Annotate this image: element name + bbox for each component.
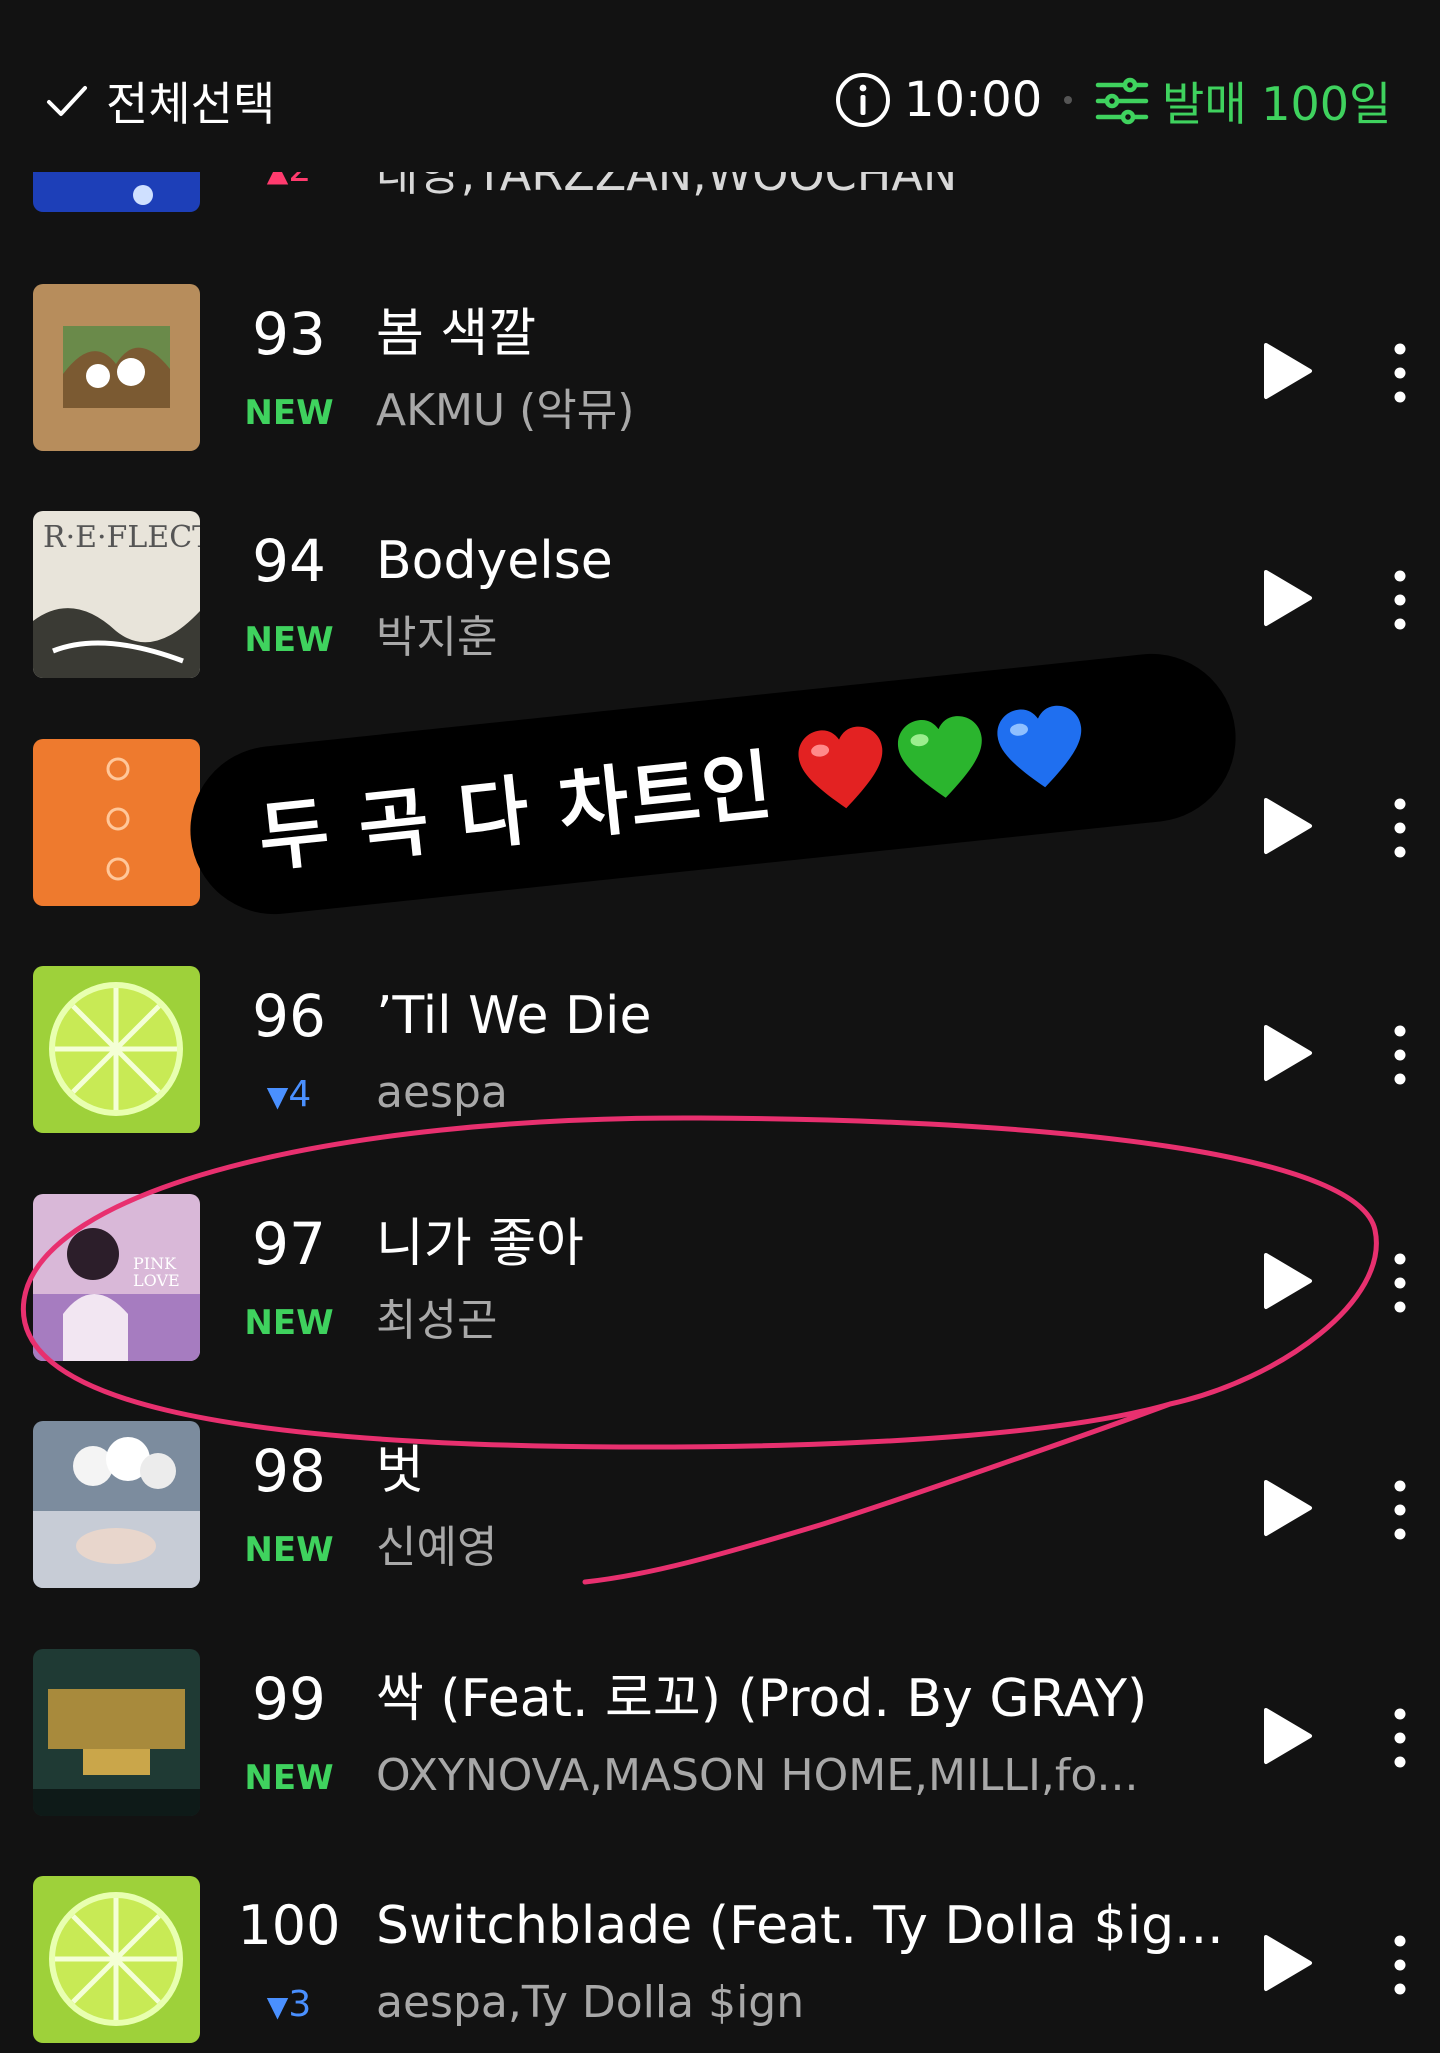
album-cover [33,1649,200,1816]
rank-change: NEW [244,1303,334,1343]
artist-name: OXYNOVA,MASON HOME,MILLI,fo... [376,1750,1139,1801]
song-title: Bodyelse [376,531,613,591]
song-title: 니가 좋아 [376,1214,584,1274]
header-separator [1064,96,1072,104]
chart-row[interactable]: 99 NEW 싹 (Feat. 로꼬) (Prod. By GRAY) OXYN… [0,1598,1440,1826]
chart-row[interactable]: 100 ▼3 Switchblade (Feat. Ty Dolla $ig..… [0,1825,1440,2053]
red-heart-icon [798,726,883,809]
more-options-icon[interactable] [1386,1023,1414,1087]
more-options-icon[interactable] [1386,568,1414,632]
chart-row[interactable]: PINK LOVE 97 NEW 니가 좋아 최성곤 [0,1143,1440,1371]
more-options-icon[interactable] [1386,1933,1414,1997]
song-title: 봄 색깔 [376,304,537,364]
rank-change-value: 3 [288,1984,312,2025]
info-icon[interactable] [834,71,892,129]
rank-change: NEW [244,393,334,433]
svg-text:R·E·FLECT: R·E·FLECT [43,520,200,555]
play-icon[interactable] [1258,1251,1314,1311]
rank-number: 98 [252,1437,326,1505]
play-icon[interactable] [1258,341,1314,401]
down-arrow-icon: ▼ [266,1990,289,2023]
play-icon[interactable] [1258,568,1314,628]
artist-name: 신예영 [376,1522,498,1573]
album-cover [33,284,200,451]
more-options-icon[interactable] [1386,796,1414,860]
rank-number: 97 [252,1210,326,1278]
caption-text: 두 곡 다 차트인 [254,739,778,883]
rank-change: ▼3 [230,1983,348,2029]
rank-change: ▼4 [230,1073,348,1119]
select-all-button[interactable]: 전체선택 [44,66,275,136]
album-cover [33,739,200,906]
more-options-icon[interactable] [1386,1251,1414,1315]
chart-header: 전체선택 10:00 발매 100일 [0,0,1440,172]
album-cover: PINK LOVE [33,1194,200,1361]
song-title: 싹 (Feat. 로꼬) (Prod. By GRAY) [376,1669,1148,1729]
chart-row[interactable]: 96 ▼4 ’Til We Die aespa [0,915,1440,1143]
play-icon[interactable] [1258,1706,1314,1766]
play-icon[interactable] [1258,1933,1314,1993]
blue-heart-icon [997,705,1082,788]
release-filter-label: 발매 100일 [1162,77,1392,131]
svg-text:LOVE: LOVE [133,1271,180,1290]
artist-name: 최성곤 [376,1295,498,1346]
play-icon[interactable] [1258,796,1314,856]
green-heart-icon [897,716,982,798]
chart-time: 10:00 [834,70,1042,130]
down-arrow-icon: ▼ [266,1080,289,1113]
artist-name: AKMU (악뮤) [376,385,635,436]
more-options-icon[interactable] [1386,1478,1414,1542]
song-title: ’Til We Die [376,986,652,1046]
artist-name: aespa [376,1067,508,1118]
more-options-icon[interactable] [1386,1706,1414,1770]
chart-row[interactable]: 98 NEW 벗 신예영 [0,1370,1440,1598]
song-title: Switchblade (Feat. Ty Dolla $ig... [376,1896,1224,1956]
artist-name: 박지훈 [376,612,498,663]
hearts-group [789,697,1093,823]
rank-number: 93 [252,300,326,368]
chart-time-value: 10:00 [904,72,1043,128]
album-cover [33,1876,200,2043]
album-cover [33,966,200,1133]
album-cover [33,1421,200,1588]
chart-row[interactable]: R·E·FLECT 94 NEW Bodyelse 박지훈 [0,460,1440,688]
rank-change: NEW [244,1530,334,1570]
select-all-label: 전체선택 [106,77,276,131]
rank-number: 96 [252,982,326,1050]
release-filter-button[interactable]: 발매 100일 [1094,66,1391,136]
rank-change-value: 4 [288,1074,312,1115]
album-cover: R·E·FLECT [33,511,200,678]
rank-change: NEW [244,620,334,660]
check-icon [47,86,87,116]
artist-name: aespa,Ty Dolla $ign [376,1977,805,2028]
play-icon[interactable] [1258,1478,1314,1538]
rank-number: 94 [252,527,326,595]
rank-number: 100 [237,1894,341,1957]
chart-row[interactable]: 93 NEW 봄 색깔 AKMU (악뮤) [0,233,1440,461]
chart-list: ▲2 태양,TARZZAN,WOOCHAN 93 NEW 봄 색깔 AKMU (… [0,0,1440,2043]
filter-sliders-icon [1095,77,1149,125]
song-title: 벗 [376,1441,424,1501]
more-options-icon[interactable] [1386,341,1414,405]
rank-number: 99 [252,1665,326,1733]
play-icon[interactable] [1258,1023,1314,1083]
rank-change: NEW [244,1758,334,1798]
